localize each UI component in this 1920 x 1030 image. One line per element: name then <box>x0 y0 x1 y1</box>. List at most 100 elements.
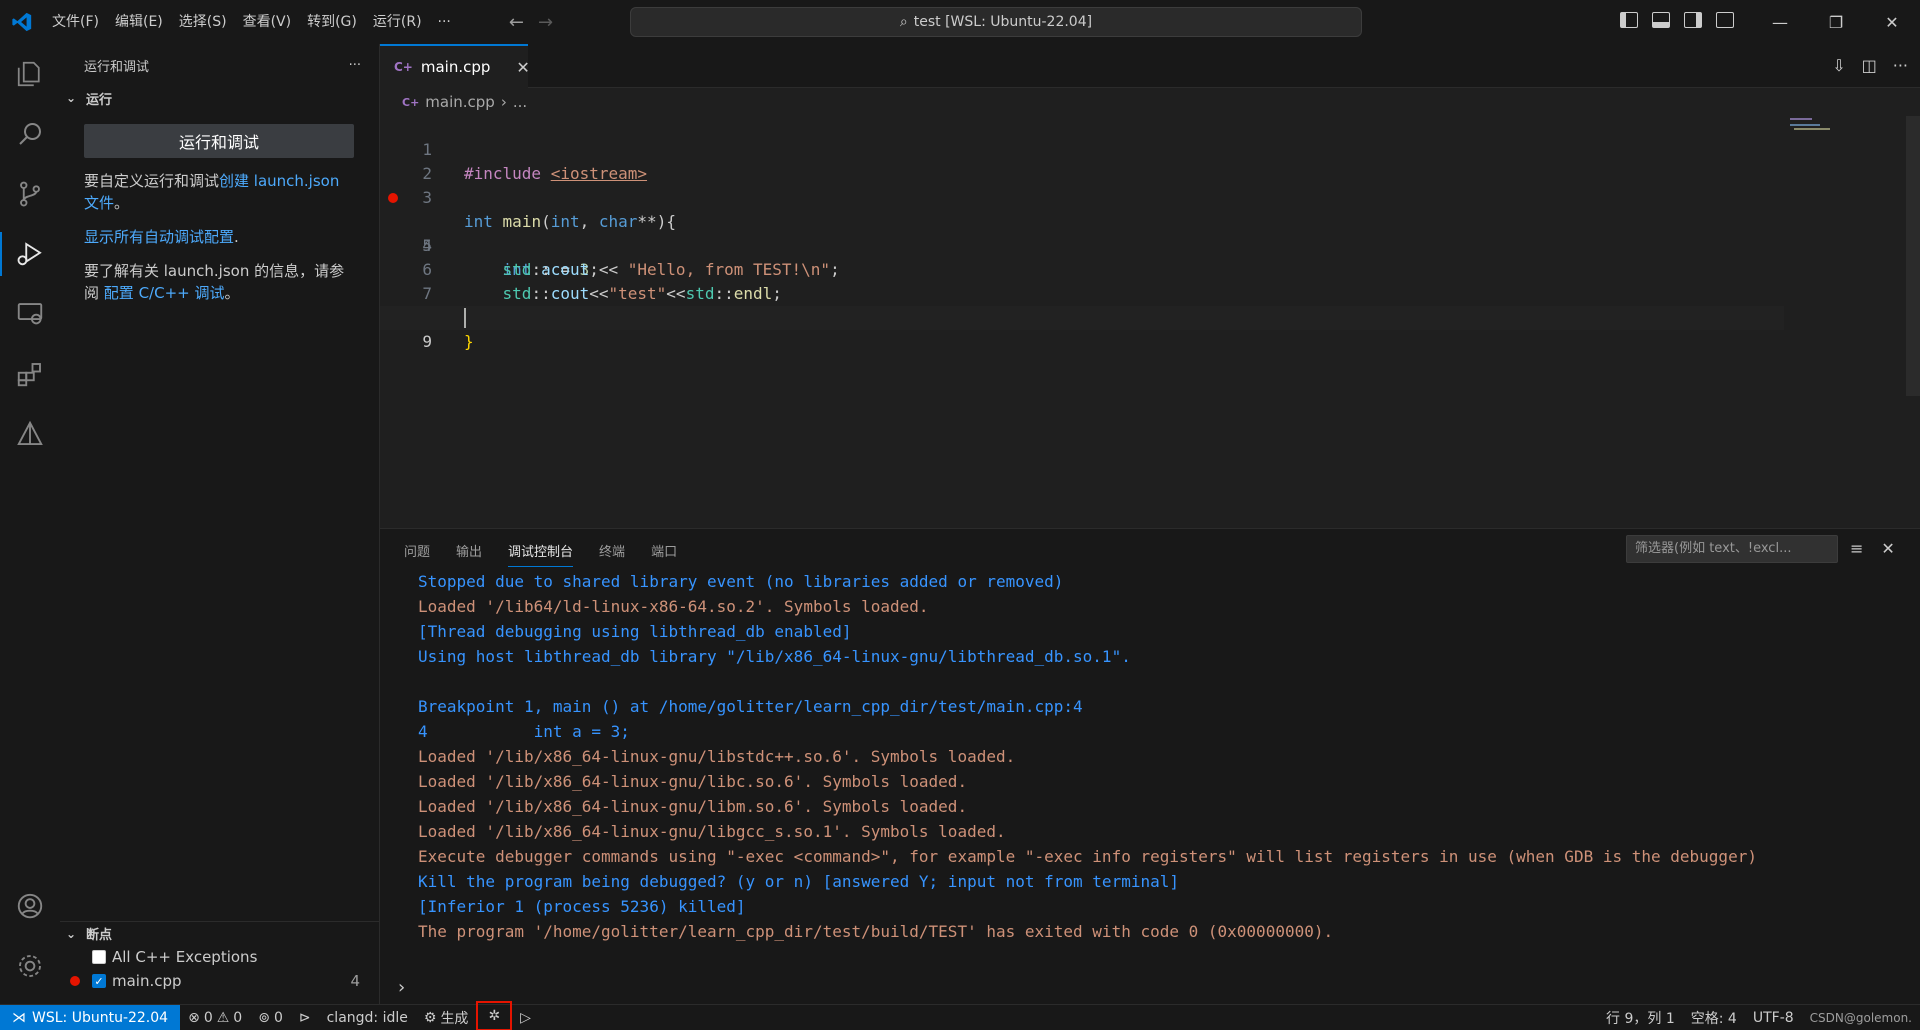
forward-arrow-icon[interactable]: → <box>538 12 553 33</box>
show-all-configs: 显示所有自动调试配置. <box>84 226 355 248</box>
vscode-logo-icon <box>0 0 44 44</box>
cpp-file-icon: C+ <box>394 60 413 74</box>
search-view-icon[interactable] <box>0 104 60 164</box>
menu-file[interactable]: 文件(F) <box>44 0 107 44</box>
watermark-text: CSDN@golemon. <box>1809 1011 1912 1025</box>
activity-bar <box>0 44 60 1004</box>
play-icon: ▷ <box>520 1009 531 1026</box>
run-debug-icon[interactable] <box>0 224 60 284</box>
breakpoints-section-header[interactable]: ⌄ 断点 <box>60 921 380 945</box>
indentation[interactable]: 空格: 4 <box>1683 1008 1745 1028</box>
code-line: 4 int a = 3; <box>380 186 1780 279</box>
restore-icon[interactable]: ❐ <box>1808 0 1864 44</box>
menu-more[interactable]: ··· <box>430 0 459 44</box>
breadcrumb-symbol[interactable]: ... <box>513 93 527 111</box>
toggle-panel-icon[interactable] <box>1652 12 1670 28</box>
tab-terminal[interactable]: 终端 <box>599 541 625 567</box>
breakpoint-checkbox[interactable] <box>92 950 106 964</box>
title-bar: 文件(F) 编辑(E) 选择(S) 查看(V) 转到(G) 运行(R) ··· … <box>0 0 1920 44</box>
close-panel-icon[interactable]: ✕ <box>1881 539 1894 558</box>
tab-main-cpp[interactable]: C+ main.cpp ✕ <box>380 44 530 88</box>
accounts-icon[interactable] <box>0 876 60 936</box>
create-launch-json-link[interactable]: 创建 launch.json <box>219 172 339 190</box>
debug-file-icon[interactable]: ⇩ <box>1832 56 1845 75</box>
panel-tabs: 问题 输出 调试控制台 终端 端口 <box>404 541 677 567</box>
toggle-secondary-sidebar-icon[interactable] <box>1684 12 1702 28</box>
console-line: Loaded '/lib/x86_64-linux-gnu/libstdc++.… <box>418 747 1016 766</box>
tab-ports[interactable]: 端口 <box>651 541 677 567</box>
cursor-position[interactable]: 行 9，列 1 <box>1598 1008 1683 1028</box>
close-window-icon[interactable]: ✕ <box>1864 0 1920 44</box>
layout-controls <box>1620 12 1734 28</box>
cmake-debug-button[interactable]: ✲ <box>476 1000 513 1030</box>
menu-run[interactable]: 运行(R) <box>365 0 430 44</box>
clear-console-icon[interactable]: ≡ <box>1850 539 1863 558</box>
cmake-icon[interactable] <box>0 404 60 464</box>
console-line: Execute debugger commands using "-exec <… <box>418 847 1757 866</box>
customize-layout-icon[interactable] <box>1716 12 1734 28</box>
remote-icon: ⋊ <box>12 1009 26 1026</box>
create-launch-json-link-file[interactable]: 文件 <box>84 194 114 212</box>
command-center[interactable]: ⌕ test [WSL: Ubuntu-22.04] <box>630 7 1362 37</box>
more-actions-icon[interactable]: ··· <box>1893 56 1908 75</box>
encoding[interactable]: UTF-8 <box>1745 1010 1802 1026</box>
split-editor-icon[interactable]: ◫ <box>1862 56 1877 75</box>
remote-indicator[interactable]: ⋊ WSL: Ubuntu-22.04 <box>0 1004 181 1030</box>
debug-console-output: Stopped due to shared library event (no … <box>418 569 1898 977</box>
breakpoint-item[interactable]: ✓ main.cpp 4 <box>60 969 380 993</box>
menu-selection[interactable]: 选择(S) <box>171 0 235 44</box>
console-line: Loaded '/lib64/ld-linux-x86-64.so.2'. Sy… <box>418 597 929 616</box>
bottom-panel: 问题 输出 调试控制台 终端 端口 筛选器(例如 text、!excl... ≡… <box>380 528 1920 1004</box>
editor-tab-bar: C+ main.cpp ✕ ⇩ ◫ ··· <box>380 44 1920 88</box>
menu-edit[interactable]: 编辑(E) <box>107 0 171 44</box>
code-line: 1 #include <iostream> <box>380 114 1780 183</box>
breakpoint-dot-icon <box>70 976 80 986</box>
repl-prompt-icon[interactable]: › <box>398 977 405 998</box>
tab-problems[interactable]: 问题 <box>404 541 430 567</box>
cmake-build-button[interactable]: ⚙ 生成 <box>416 1008 477 1028</box>
cpp-file-icon: C+ <box>402 95 420 109</box>
breakpoint-item[interactable]: All C++ Exceptions <box>60 945 380 969</box>
ports-indicator[interactable]: ⊚ 0 <box>250 1010 291 1026</box>
clangd-status[interactable]: clangd: idle <box>319 1010 416 1026</box>
breakpoints-label: 断点 <box>86 928 113 943</box>
breakpoint-checkbox[interactable]: ✓ <box>92 974 106 988</box>
close-tab-icon[interactable]: ✕ <box>516 58 529 77</box>
cmake-run-button[interactable]: ▷ <box>512 1010 539 1026</box>
code-line-current: 9 <box>380 306 1784 351</box>
window-controls: — ❐ ✕ <box>1752 0 1920 44</box>
settings-gear-icon[interactable] <box>0 936 60 996</box>
code-editor[interactable]: 1 #include <iostream> 2 3 int main(int, … <box>380 114 1920 528</box>
editor-actions: ⇩ ◫ ··· <box>1832 56 1908 75</box>
hint-suffix: 。 <box>114 194 130 212</box>
tab-debug-console[interactable]: 调试控制台 <box>508 541 574 567</box>
extensions-icon[interactable] <box>0 344 60 404</box>
breakpoint-glyph-icon[interactable] <box>388 193 398 203</box>
show-all-configs-link[interactable]: 显示所有自动调试配置 <box>84 228 234 246</box>
tab-label: main.cpp <box>420 58 491 76</box>
run-section-header[interactable]: ⌄ 运行 <box>60 86 379 110</box>
menu-view[interactable]: 查看(V) <box>235 0 300 44</box>
chevron-down-icon: ⌄ <box>66 91 77 105</box>
tab-output[interactable]: 输出 <box>456 541 482 567</box>
back-arrow-icon[interactable]: ← <box>509 12 524 33</box>
problems-indicator[interactable]: ⊗ 0 ⚠ 0 <box>180 1010 250 1026</box>
configure-cpp-debug-link[interactable]: 配置 C/C++ 调试 <box>104 284 225 302</box>
bug-icon: ✲ <box>488 1007 501 1024</box>
explorer-icon[interactable] <box>0 44 60 104</box>
learn-more-hint: 要了解有关 launch.json 的信息，请参阅 配置 C/C++ 调试。 <box>84 260 355 304</box>
sidebar-header: 运行和调试 ··· <box>60 44 379 86</box>
minimap[interactable] <box>1790 116 1830 136</box>
menu-go[interactable]: 转到(G) <box>299 0 365 44</box>
source-control-icon[interactable] <box>0 164 60 224</box>
run-and-debug-button[interactable]: 运行和调试 <box>84 124 354 158</box>
breakpoint-label: All C++ Exceptions <box>112 948 258 966</box>
toggle-sidebar-icon[interactable] <box>1620 12 1638 28</box>
minimize-icon[interactable]: — <box>1752 0 1808 44</box>
editor-scrollbar[interactable] <box>1906 116 1920 396</box>
run-debug-status-icon[interactable]: ⊳ <box>291 1010 319 1026</box>
sidebar-more-icon[interactable]: ··· <box>349 58 361 73</box>
breadcrumb-file[interactable]: main.cpp <box>425 93 495 111</box>
remote-explorer-icon[interactable] <box>0 284 60 344</box>
console-filter-input[interactable]: 筛选器(例如 text、!excl... <box>1626 535 1838 563</box>
